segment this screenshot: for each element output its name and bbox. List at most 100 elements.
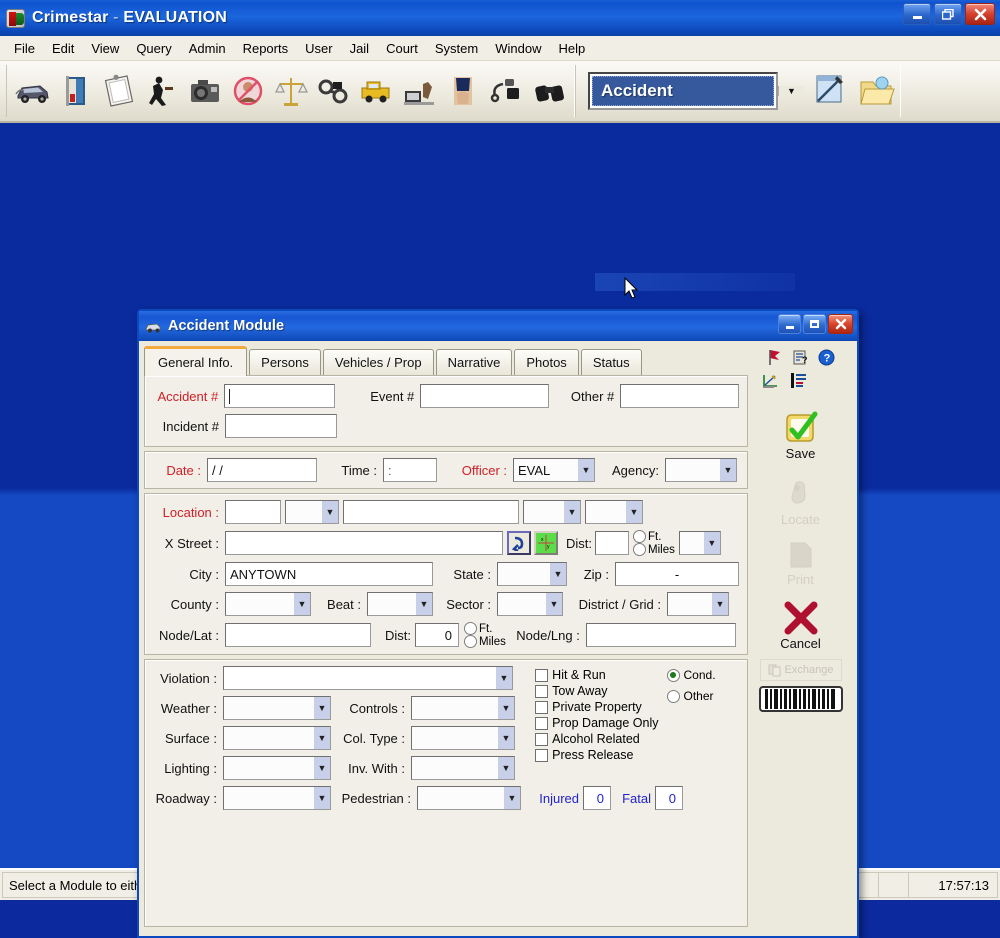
module-select[interactable]: Accident ▼ bbox=[588, 72, 804, 110]
chevron-down-icon[interactable]: ▼ bbox=[314, 787, 330, 809]
chevron-down-icon[interactable]: ▼ bbox=[720, 459, 736, 481]
checkbox-icon[interactable] bbox=[535, 749, 548, 762]
location-street-input[interactable] bbox=[343, 500, 519, 524]
node-lng-input[interactable] bbox=[586, 623, 736, 647]
state-select[interactable]: ▼ bbox=[497, 562, 567, 586]
menu-item-jail[interactable]: Jail bbox=[342, 38, 378, 59]
menu-item-file[interactable]: File bbox=[6, 38, 43, 59]
sector-select[interactable]: ▼ bbox=[497, 592, 563, 616]
toolbar-button-booking[interactable] bbox=[441, 66, 484, 116]
tab-narrative[interactable]: Narrative bbox=[436, 349, 513, 375]
officer-select[interactable]: EVAL ▼ bbox=[513, 458, 595, 482]
date-input[interactable]: / / bbox=[207, 458, 317, 482]
event-number-input[interactable] bbox=[420, 384, 549, 408]
chevron-down-icon[interactable]: ▼ bbox=[496, 667, 512, 689]
toolbar-button-wanted-person[interactable] bbox=[226, 66, 269, 116]
chevron-down-icon[interactable]: ▼ bbox=[294, 593, 310, 615]
weather-select[interactable]: ▼ bbox=[223, 696, 331, 720]
menu-item-edit[interactable]: Edit bbox=[44, 38, 82, 59]
maximize-icon[interactable] bbox=[803, 314, 826, 334]
radio-icon[interactable] bbox=[633, 530, 646, 543]
city-input[interactable]: ANYTOWN bbox=[225, 562, 433, 586]
toolbar-button-court[interactable] bbox=[269, 66, 312, 116]
xstreet-input[interactable] bbox=[225, 531, 503, 555]
tab-status[interactable]: Status bbox=[581, 349, 642, 375]
chevron-down-icon[interactable]: ▼ bbox=[626, 501, 642, 523]
dist-unit-miles-option[interactable]: Miles bbox=[633, 543, 675, 556]
save-button[interactable]: Save bbox=[783, 411, 819, 461]
accident-number-input[interactable] bbox=[224, 384, 335, 408]
beat-select[interactable]: ▼ bbox=[367, 592, 433, 616]
county-select[interactable]: ▼ bbox=[225, 592, 311, 616]
node-lat-input[interactable] bbox=[225, 623, 371, 647]
location-streettype-select[interactable]: ▼ bbox=[523, 500, 581, 524]
chevron-down-icon[interactable]: ▼ bbox=[498, 757, 514, 779]
surface-select[interactable]: ▼ bbox=[223, 726, 331, 750]
toolbar-button-handcuffs[interactable] bbox=[312, 66, 355, 116]
fatal-count-input[interactable]: 0 bbox=[655, 786, 683, 810]
toolbar-button-evidence-photo[interactable] bbox=[183, 66, 226, 116]
outline-list-icon[interactable] bbox=[790, 372, 807, 389]
radio-icon[interactable] bbox=[667, 690, 680, 703]
chevron-down-icon[interactable]: ▼ bbox=[778, 86, 804, 96]
location-direction-select[interactable]: ▼ bbox=[285, 500, 339, 524]
menu-item-query[interactable]: Query bbox=[128, 38, 179, 59]
clipboard-help-icon[interactable]: ? bbox=[792, 349, 809, 366]
minimize-icon[interactable] bbox=[778, 314, 801, 334]
checkbox-private-property[interactable]: Private Property bbox=[535, 700, 662, 714]
menu-item-court[interactable]: Court bbox=[378, 38, 426, 59]
menu-item-system[interactable]: System bbox=[427, 38, 486, 59]
tab-photos[interactable]: Photos bbox=[514, 349, 578, 375]
street-swap-button[interactable] bbox=[507, 531, 531, 555]
radio-option-cond[interactable]: Cond. bbox=[667, 668, 739, 682]
menu-item-view[interactable]: View bbox=[83, 38, 127, 59]
chevron-down-icon[interactable]: ▼ bbox=[416, 593, 432, 615]
chevron-down-icon[interactable]: ▼ bbox=[704, 532, 720, 554]
chevron-down-icon[interactable]: ▼ bbox=[564, 501, 580, 523]
violation-select[interactable]: ▼ bbox=[223, 666, 513, 690]
module-select-box[interactable]: Accident bbox=[588, 72, 778, 110]
chevron-down-icon[interactable]: ▼ bbox=[322, 501, 338, 523]
radio-option-other[interactable]: Other bbox=[667, 689, 739, 703]
zip-input[interactable]: - bbox=[615, 562, 739, 586]
cancel-button[interactable]: Cancel bbox=[780, 601, 820, 651]
close-icon[interactable] bbox=[965, 3, 995, 25]
minimize-icon[interactable] bbox=[903, 3, 931, 25]
inv-with-select[interactable]: ▼ bbox=[411, 756, 515, 780]
toolbar-button-accident[interactable] bbox=[11, 66, 54, 116]
tab-vehicles-prop[interactable]: Vehicles / Prop bbox=[323, 349, 434, 375]
dist-input[interactable] bbox=[595, 531, 629, 555]
restore-icon[interactable] bbox=[934, 3, 962, 25]
flag-marker-icon[interactable] bbox=[766, 349, 783, 366]
node-unit-ft-option[interactable]: Ft. bbox=[464, 622, 506, 635]
menu-item-admin[interactable]: Admin bbox=[181, 38, 234, 59]
time-input[interactable]: : bbox=[383, 458, 437, 482]
node-dist-input[interactable]: 0 bbox=[415, 623, 459, 647]
menu-item-reports[interactable]: Reports bbox=[235, 38, 297, 59]
lighting-select[interactable]: ▼ bbox=[223, 756, 331, 780]
checkbox-alcohol-related[interactable]: Alcohol Related bbox=[535, 732, 662, 746]
injured-count-input[interactable]: 0 bbox=[583, 786, 611, 810]
checkbox-icon[interactable] bbox=[535, 701, 548, 714]
menu-item-help[interactable]: Help bbox=[550, 38, 593, 59]
incident-number-input[interactable] bbox=[225, 414, 337, 438]
dist-unit-ft-option[interactable]: Ft. bbox=[633, 530, 675, 543]
help-question-icon[interactable]: ? bbox=[818, 349, 835, 366]
chevron-down-icon[interactable]: ▼ bbox=[578, 459, 594, 481]
radio-icon[interactable] bbox=[464, 635, 477, 648]
radio-icon[interactable] bbox=[633, 543, 646, 556]
checkbox-press-release[interactable]: Press Release bbox=[535, 748, 662, 762]
radio-icon[interactable] bbox=[464, 622, 477, 635]
tab-general-info[interactable]: General Info. bbox=[144, 346, 247, 376]
node-unit-miles-option[interactable]: Miles bbox=[464, 635, 506, 648]
toolbar-button-radio-device[interactable] bbox=[484, 66, 527, 116]
other-number-input[interactable] bbox=[620, 384, 739, 408]
controls-select[interactable]: ▼ bbox=[411, 696, 515, 720]
chevron-down-icon[interactable]: ▼ bbox=[498, 697, 514, 719]
chevron-down-icon[interactable]: ▼ bbox=[498, 727, 514, 749]
col-type-select[interactable]: ▼ bbox=[411, 726, 515, 750]
agency-select[interactable]: ▼ bbox=[665, 458, 737, 482]
tab-persons[interactable]: Persons bbox=[249, 349, 321, 375]
toolbar-button-surveillance[interactable] bbox=[527, 66, 570, 116]
checkbox-prop-damage-only[interactable]: Prop Damage Only bbox=[535, 716, 662, 730]
